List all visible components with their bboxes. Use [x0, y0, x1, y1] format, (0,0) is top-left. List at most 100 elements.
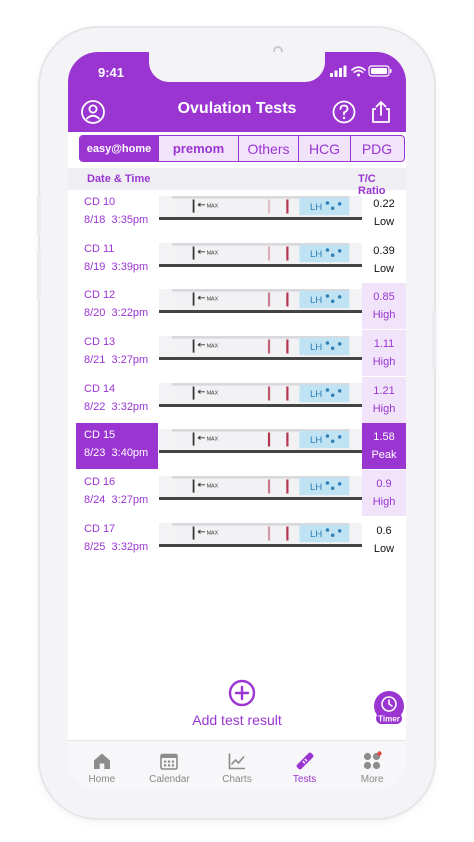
cycle-day: CD 15 — [84, 429, 116, 442]
test-strip-image: MAX LH — [159, 476, 362, 501]
tc-ratio-cell: 0.9 High — [362, 470, 406, 517]
app-screen: 9:41 Ovulation Tests easy@home premom Ot… — [68, 52, 406, 790]
tc-ratio-cell: 0.85 High — [362, 283, 406, 330]
strip-lh-label: LH — [310, 389, 322, 400]
strip-lh-label: LH — [310, 482, 322, 493]
tc-ratio-cell: 0.39 Low — [362, 237, 406, 283]
tab-label: Charts — [222, 774, 252, 785]
test-datetime: 8/20 3:22pm — [84, 307, 149, 320]
phone-side-button — [37, 250, 41, 300]
tc-ratio-value: 0.9 — [376, 478, 392, 491]
test-datetime: 8/22 3:32pm — [84, 400, 149, 413]
tc-ratio-level: Low — [373, 216, 395, 228]
test-row[interactable]: CD 15 8/23 3:40pm MAX LH 1.58 Peak — [68, 423, 406, 470]
tc-ratio-cell: 1.21 High — [362, 376, 406, 423]
test-row[interactable]: CD 17 8/25 3:32pm MAX LH 0.6 Low — [68, 517, 406, 564]
test-strip-image: MAX LH — [159, 242, 362, 267]
bottom-tab-bar: Home Calendar Charts Tests More — [68, 740, 406, 790]
brand-tab-label: Others — [247, 140, 290, 157]
test-row[interactable]: CD 10 8/18 3:35pm MAX LH 0.22 Low — [68, 190, 406, 237]
tc-ratio-level: High — [372, 309, 396, 322]
brand-tab-label: easy@home — [86, 142, 152, 155]
strip-max-label: MAX — [207, 250, 219, 256]
strip-max-label: MAX — [207, 297, 219, 303]
test-row[interactable]: CD 14 8/22 3:32pm MAX LH 1.21 High — [68, 376, 406, 424]
brand-tab-label: HCG — [308, 140, 341, 157]
add-test-button[interactable]: Add test result — [68, 712, 406, 728]
share-icon[interactable] — [368, 99, 394, 125]
test-row[interactable]: CD 12 8/20 3:22pm MAX LH 0.85 High — [68, 283, 406, 330]
tc-ratio-cell: 1.11 High — [362, 330, 406, 377]
tab-calendar[interactable]: Calendar — [136, 741, 204, 790]
tc-ratio-level: High — [372, 356, 396, 369]
app-header: 9:41 Ovulation Tests — [68, 52, 406, 132]
tc-ratio-value: 0.39 — [373, 244, 395, 257]
brand-tabs: easy@home premom Others HCG PDG — [79, 135, 405, 162]
chart-icon — [228, 753, 245, 770]
cycle-day: CD 17 — [84, 522, 116, 535]
strip-max-label: MAX — [207, 437, 219, 443]
help-icon[interactable] — [331, 99, 357, 125]
tc-ratio-value: 1.58 — [373, 431, 395, 444]
test-row[interactable]: CD 11 8/19 3:39pm MAX LH 0.39 Low — [68, 237, 406, 284]
brand-tab-label: premom — [172, 141, 225, 156]
test-strip-image: MAX LH — [159, 522, 362, 547]
tab-label: More — [360, 774, 384, 785]
tab-label: Calendar — [149, 774, 190, 785]
test-strip-image: MAX LH — [159, 196, 362, 220]
test-strip-image: MAX LH — [159, 336, 362, 361]
test-row[interactable]: CD 13 8/21 3:27pm MAX LH 1.11 High — [68, 330, 406, 377]
notch — [149, 52, 325, 82]
test-datetime: 8/21 3:27pm — [84, 354, 149, 367]
tc-ratio-cell: 0.6 Low — [362, 517, 406, 563]
test-datetime: 8/23 3:40pm — [84, 447, 149, 460]
test-strip-icon — [296, 752, 313, 770]
tc-ratio-value: 0.22 — [373, 198, 395, 210]
strip-lh-label: LH — [310, 202, 322, 213]
more-icon — [364, 751, 382, 770]
tc-ratio-value: 1.21 — [373, 384, 395, 397]
tab-label: Home — [88, 774, 116, 785]
tab-home[interactable]: Home — [68, 741, 136, 790]
tab-premom[interactable]: premom — [158, 136, 238, 161]
tab-label: Tests — [292, 774, 317, 785]
brand-tab-label: PDG — [361, 140, 393, 157]
test-list: CD 10 8/18 3:35pm MAX LH 0.22 Low CD 11 8/19 3:… — [68, 190, 406, 564]
strip-max-label: MAX — [207, 530, 219, 536]
cycle-day: CD 12 — [84, 289, 116, 302]
tc-ratio-value: 0.85 — [373, 291, 395, 304]
tab-charts[interactable]: Charts — [203, 741, 271, 790]
status-time: 9:41 — [98, 65, 125, 80]
timer-label: Timer — [378, 715, 400, 724]
tab-pdg[interactable]: PDG — [350, 136, 403, 161]
tab-others[interactable]: Others — [238, 136, 298, 161]
tc-ratio-level: High — [372, 496, 396, 509]
column-header: Date & Time T/C Ratio — [68, 168, 406, 197]
test-row[interactable]: CD 16 8/24 3:27pm MAX LH 0.9 High — [68, 470, 406, 517]
test-strip-image: MAX LH — [159, 429, 362, 454]
strip-lh-label: LH — [310, 435, 322, 446]
tc-ratio-cell: 0.22 Low — [362, 190, 406, 236]
tab-hcg[interactable]: HCG — [298, 136, 350, 161]
cycle-day: CD 13 — [84, 336, 116, 349]
test-datetime: 8/18 3:35pm — [84, 214, 149, 226]
tab-tests[interactable]: Tests — [271, 741, 339, 790]
cycle-day: CD 14 — [84, 382, 116, 395]
strip-max-label: MAX — [207, 203, 219, 209]
cycle-day: CD 11 — [84, 242, 115, 255]
cycle-day: CD 10 — [84, 196, 116, 208]
add-test-icon[interactable] — [228, 679, 256, 707]
tc-ratio-cell: 1.58 Peak — [362, 423, 406, 470]
tc-ratio-level: Peak — [371, 449, 397, 462]
tc-ratio-value: 0.6 — [376, 524, 392, 537]
tab-easy-at-home[interactable]: easy@home — [80, 136, 158, 161]
phone-side-button — [37, 195, 41, 235]
strip-max-label: MAX — [207, 343, 219, 349]
test-strip-image: MAX LH — [159, 382, 362, 407]
test-datetime: 8/19 3:39pm — [84, 260, 149, 273]
cycle-day: CD 16 — [84, 476, 116, 489]
tc-ratio-level: Low — [373, 262, 395, 275]
test-strip-image: MAX LH — [159, 289, 362, 314]
timer-icon[interactable]: Timer — [373, 690, 405, 726]
tab-more[interactable]: More — [338, 741, 406, 790]
